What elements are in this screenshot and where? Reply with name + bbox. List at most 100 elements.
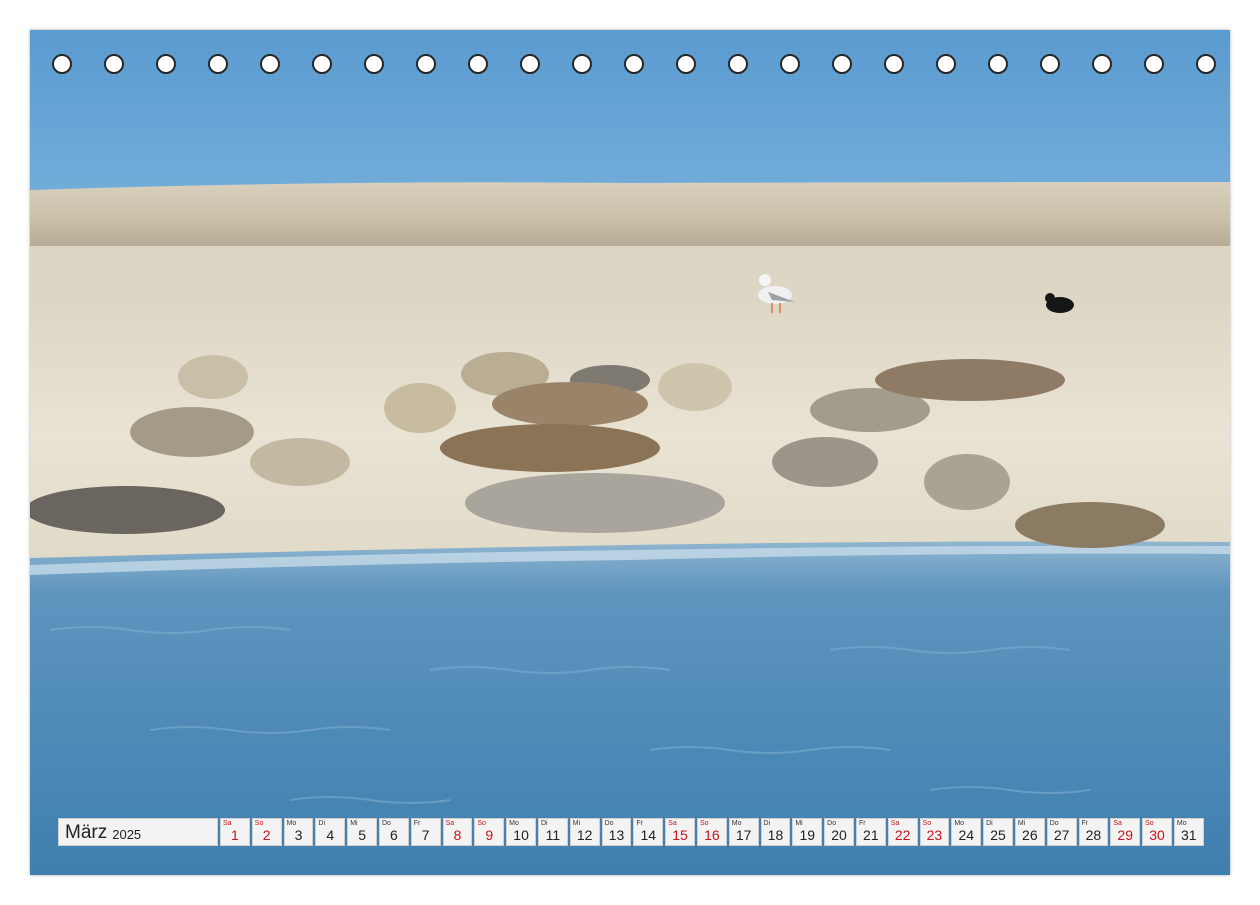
binding-hole (312, 54, 332, 74)
binding-holes (30, 54, 1230, 80)
weekday-abbrev: Do (827, 820, 837, 827)
binding-hole (936, 54, 956, 74)
weekday-abbrev: So (477, 820, 486, 827)
day-cell: So 9 (474, 818, 505, 846)
day-number: 18 (767, 827, 784, 843)
day-number: 1 (231, 827, 239, 843)
weekday-abbrev: Sa (223, 820, 232, 827)
seal-sandbank-photo (30, 30, 1230, 875)
weekday-abbrev: Mi (1017, 820, 1026, 827)
binding-hole (468, 54, 488, 74)
binding-hole (1196, 54, 1216, 74)
day-cell: Fr 28 (1078, 818, 1109, 846)
weekday-abbrev: Do (604, 820, 614, 827)
binding-hole (104, 54, 124, 74)
day-cell: Sa 22 (887, 818, 918, 846)
calendar-strip: März 2025 Sa 1 So 2 Mo 3 Di 4 Mi 5 Do 6 Fr 7 Sa 8 So 9 Mo 1… (58, 818, 1206, 846)
binding-hole (208, 54, 228, 74)
day-cell: Fr 14 (633, 818, 664, 846)
day-number: 7 (421, 827, 430, 843)
day-cell: Di 4 (315, 818, 346, 846)
weekday-abbrev: Di (540, 820, 548, 827)
month-name: März (65, 822, 108, 843)
weekday-abbrev: So (1145, 820, 1154, 827)
weekday-abbrev: Di (986, 820, 993, 827)
dune (30, 182, 1230, 248)
day-number: 19 (799, 827, 816, 843)
day-number: 20 (831, 827, 847, 843)
day-number: 24 (958, 827, 975, 843)
day-cell: Do 20 (824, 818, 854, 846)
day-cell: Mi 19 (792, 818, 823, 846)
weekday-abbrev: Mo (509, 820, 519, 827)
year: 2025 (112, 827, 142, 842)
binding-hole (156, 54, 176, 74)
binding-hole (1040, 54, 1060, 74)
day-number: 16 (704, 827, 720, 843)
weekday-abbrev: Sa (668, 820, 677, 827)
weekday-abbrev: Sa (445, 820, 455, 827)
weekday-abbrev: Mo (286, 820, 297, 827)
day-number: 9 (485, 827, 494, 843)
day-number: 3 (294, 827, 303, 843)
binding-hole (520, 54, 540, 74)
day-number: 6 (389, 827, 398, 843)
day-cell: Do 27 (1046, 818, 1077, 846)
binding-hole (624, 54, 644, 74)
day-cell: So 30 (1142, 818, 1172, 846)
binding-hole (52, 54, 72, 74)
day-number: 5 (358, 827, 366, 843)
day-cell: Fr 21 (855, 818, 886, 846)
day-cell: So 16 (696, 818, 727, 846)
weekday-abbrev: Di (763, 820, 771, 827)
day-number: 10 (513, 827, 529, 843)
weekday-abbrev: So (922, 820, 932, 827)
day-cell: Di 18 (760, 818, 791, 846)
binding-hole (728, 54, 748, 74)
month-label-box: März 2025 (58, 818, 218, 846)
day-cell: Mo 17 (728, 818, 759, 846)
day-cells: Sa 1 So 2 Mo 3 Di 4 Mi 5 Do 6 Fr 7 Sa 8 So 9 Mo 10 Di 11 Mi 12 D… (220, 818, 1206, 846)
weekday-abbrev: Mo (954, 820, 965, 827)
binding-hole (676, 54, 696, 74)
day-cell: Mo 24 (951, 818, 982, 846)
binding-hole (780, 54, 800, 74)
day-number: 15 (672, 827, 688, 843)
weekday-abbrev: So (254, 820, 264, 827)
binding-hole (1144, 54, 1164, 74)
binding-hole (884, 54, 904, 74)
weekday-abbrev: Fr (636, 820, 643, 827)
day-number: 11 (545, 827, 561, 843)
weekday-abbrev: Fr (413, 820, 421, 827)
day-cell: Sa 29 (1110, 818, 1141, 846)
day-cell: Sa 15 (665, 818, 695, 846)
binding-hole (572, 54, 592, 74)
day-number: 14 (640, 827, 657, 843)
weekday-abbrev: Mo (731, 820, 742, 827)
day-cell: Mo 3 (283, 818, 314, 846)
day-cell: Sa 1 (220, 818, 250, 846)
weekday-abbrev: Do (1049, 820, 1059, 827)
day-number: 12 (576, 827, 593, 843)
day-cell: Do 13 (601, 818, 632, 846)
day-cell: So 23 (919, 818, 950, 846)
weekday-abbrev: Sa (1113, 820, 1122, 827)
day-number: 13 (608, 827, 625, 843)
weekday-abbrev: Mi (350, 820, 358, 827)
day-number: 31 (1181, 827, 1197, 843)
weekday-abbrev: Mi (572, 820, 581, 827)
day-number: 27 (1053, 827, 1070, 843)
weekday-abbrev: Di (318, 820, 326, 827)
day-number: 28 (1085, 827, 1102, 843)
day-cell: Sa 8 (442, 818, 473, 846)
day-cell: Di 11 (537, 818, 568, 846)
weekday-abbrev: Mi (795, 820, 803, 827)
binding-hole (260, 54, 280, 74)
binding-hole (416, 54, 436, 74)
binding-hole (364, 54, 384, 74)
day-cell: Do 6 (378, 818, 409, 846)
day-number: 26 (1022, 827, 1038, 843)
day-number: 21 (863, 827, 879, 843)
binding-hole (832, 54, 852, 74)
day-cell: Mo 10 (506, 818, 536, 846)
